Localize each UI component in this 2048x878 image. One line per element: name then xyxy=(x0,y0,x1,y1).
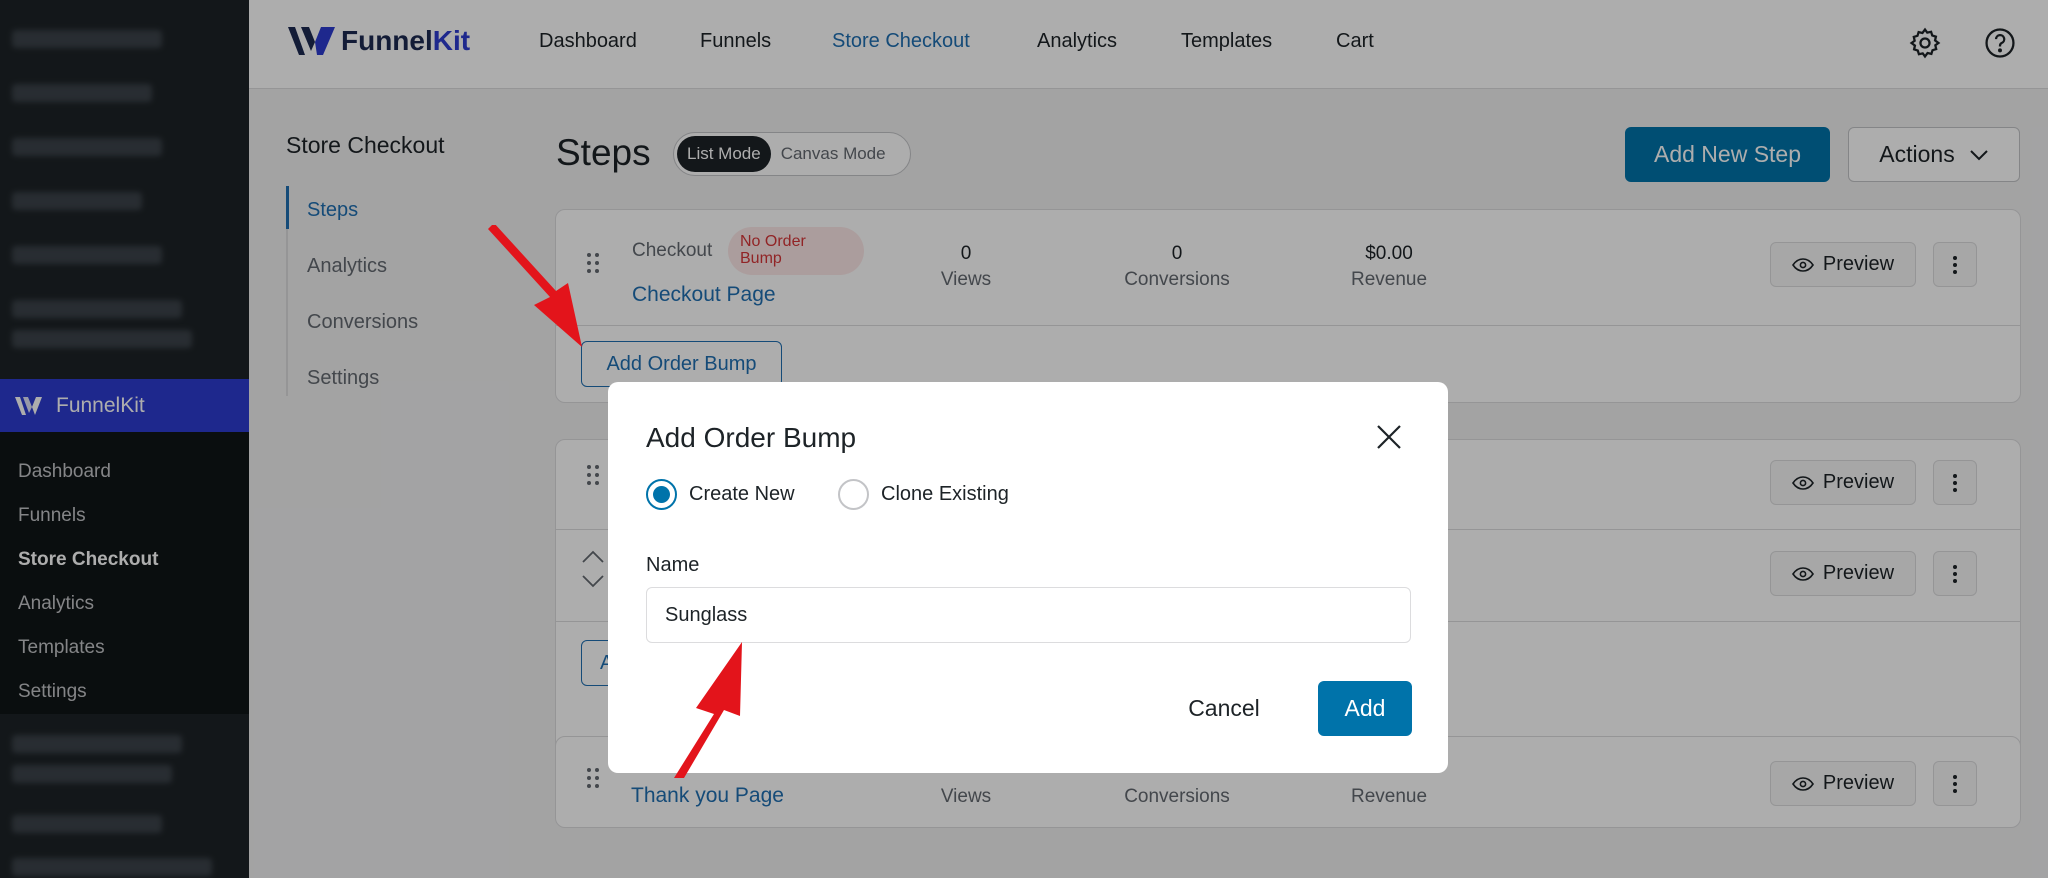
radio-selected-dot xyxy=(653,486,670,503)
clone-existing-label: Clone Existing xyxy=(881,483,1009,505)
annotation-arrow-icon xyxy=(674,642,742,778)
name-field-label: Name xyxy=(646,554,700,576)
cancel-button[interactable]: Cancel xyxy=(1177,681,1271,736)
create-new-option[interactable]: Create New xyxy=(646,479,795,510)
clone-existing-radio[interactable] xyxy=(838,479,869,510)
create-new-label: Create New xyxy=(689,483,795,505)
clone-existing-option[interactable]: Clone Existing xyxy=(838,479,1009,510)
create-new-radio[interactable] xyxy=(646,479,677,510)
annotation-arrow-icon xyxy=(488,225,582,347)
add-button[interactable]: Add xyxy=(1318,681,1412,736)
dialog-title: Add Order Bump xyxy=(646,422,857,453)
name-input[interactable] xyxy=(646,587,1411,643)
close-icon[interactable] xyxy=(1374,422,1404,452)
